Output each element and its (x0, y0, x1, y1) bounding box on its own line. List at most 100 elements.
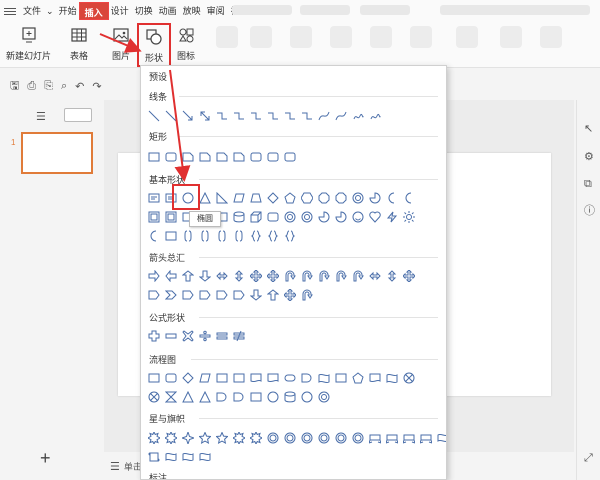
menu-home[interactable]: 开始 (56, 3, 80, 19)
shape-frame-icon[interactable] (146, 209, 162, 225)
shape-pentArr-icon[interactable] (214, 287, 230, 303)
menu-slideshow[interactable]: 放映 (180, 3, 204, 19)
menu-file[interactable]: 文件 (20, 3, 44, 19)
shape-curve-icon[interactable] (333, 108, 349, 124)
shape-pentArr-icon[interactable] (146, 287, 162, 303)
shape-arrR-icon[interactable] (146, 268, 162, 284)
shape-pent-icon[interactable] (282, 190, 298, 206)
shape-rect-icon[interactable] (248, 389, 264, 405)
shape-scribble-icon[interactable] (350, 108, 366, 124)
shape-arrU-icon[interactable] (265, 287, 281, 303)
preview-icon[interactable]: ⌕ (61, 80, 67, 93)
shape-scroll-icon[interactable] (146, 449, 162, 465)
shape-uturn-icon[interactable] (316, 268, 332, 284)
shape-elbow-icon[interactable] (248, 108, 264, 124)
shape-wave-icon[interactable] (435, 430, 446, 446)
slide-thumbnail[interactable] (21, 132, 93, 174)
table-button[interactable]: 表格 (69, 25, 89, 62)
shape-hex-icon[interactable] (299, 190, 315, 206)
shape-doc-icon[interactable] (265, 370, 281, 386)
shape-mult-icon[interactable] (180, 328, 196, 344)
shape-dblarrow-icon[interactable] (197, 108, 213, 124)
shape-pentArr-icon[interactable] (197, 287, 213, 303)
shape-rrect-icon[interactable] (163, 149, 179, 165)
shape-uturn-icon[interactable] (333, 268, 349, 284)
shape-cyl-icon[interactable] (231, 209, 247, 225)
shape-cube-icon[interactable] (248, 209, 264, 225)
shape-quad-icon[interactable] (401, 268, 417, 284)
notes-icon[interactable]: ☰ (110, 460, 120, 473)
shape-wave-icon[interactable] (197, 449, 213, 465)
shape-ribbon-icon[interactable] (384, 430, 400, 446)
select-icon[interactable]: ↖ (584, 122, 593, 135)
shape-rrect-icon[interactable] (282, 149, 298, 165)
shape-rrect-icon[interactable] (265, 149, 281, 165)
expand-icon[interactable]: ⤢ (584, 452, 593, 465)
shape-bolt-icon[interactable] (384, 209, 400, 225)
shape-oct-icon[interactable] (333, 190, 349, 206)
shape-doc-icon[interactable] (367, 370, 383, 386)
shape-rect-icon[interactable] (333, 370, 349, 386)
shape-pentArr-icon[interactable] (180, 287, 196, 303)
menu-review[interactable]: 审阅 (204, 3, 228, 19)
shape-seal-icon[interactable] (333, 430, 349, 446)
shape-elbow-icon[interactable] (231, 108, 247, 124)
shape-quad-icon[interactable] (282, 287, 298, 303)
shape-tape-icon[interactable] (316, 370, 332, 386)
shape-uturn-icon[interactable] (299, 287, 315, 303)
shape-rrect-icon[interactable] (163, 370, 179, 386)
shape-ribbon-icon[interactable] (401, 430, 417, 446)
shape-sun-icon[interactable] (401, 209, 417, 225)
shape-seal-icon[interactable] (316, 430, 332, 446)
shape-moon-icon[interactable] (401, 190, 417, 206)
shape-tri-icon[interactable] (180, 389, 196, 405)
shape-arrUD-icon[interactable] (231, 268, 247, 284)
menu-caret-icon[interactable]: ⌄ (44, 3, 56, 19)
shape-wave-icon[interactable] (180, 449, 196, 465)
shape-arrU-icon[interactable] (180, 268, 196, 284)
shape-ribbon-icon[interactable] (418, 430, 434, 446)
shape-uturn-icon[interactable] (282, 268, 298, 284)
shape-arrowline-icon[interactable] (180, 108, 196, 124)
shape-circleX-icon[interactable] (146, 389, 162, 405)
shape-delay-icon[interactable] (214, 389, 230, 405)
settings-icon[interactable]: ⚙ (584, 150, 594, 163)
menu-design[interactable]: 设计 (108, 3, 132, 19)
icons-button[interactable]: 图标 (176, 25, 196, 62)
shape-brace-icon[interactable] (248, 228, 264, 244)
shape-star4-icon[interactable] (180, 430, 196, 446)
shape-moon-icon[interactable] (146, 228, 162, 244)
shape-frame-icon[interactable] (163, 209, 179, 225)
shape-pentArr-icon[interactable] (231, 287, 247, 303)
redo-icon[interactable]: ↷ (92, 80, 101, 93)
shape-snip-icon[interactable] (231, 149, 247, 165)
shape-diamond-icon[interactable] (180, 370, 196, 386)
shape-arrD-icon[interactable] (197, 268, 213, 284)
shape-ring-icon[interactable] (299, 209, 315, 225)
menu-transition[interactable]: 切换 (132, 3, 156, 19)
shape-arrUD-icon[interactable] (384, 268, 400, 284)
shape-line-icon[interactable] (163, 108, 179, 124)
add-slide-button[interactable]: + (40, 448, 51, 469)
shape-tape-icon[interactable] (384, 370, 400, 386)
export-icon[interactable]: ⎙ (27, 80, 36, 93)
shape-circleX-icon[interactable] (401, 370, 417, 386)
shape-div-icon[interactable] (197, 328, 213, 344)
shape-trap-icon[interactable] (248, 190, 264, 206)
shape-ring-icon[interactable] (316, 389, 332, 405)
shape-seal-icon[interactable] (265, 430, 281, 446)
shape-para-icon[interactable] (231, 190, 247, 206)
shape-uturn-icon[interactable] (299, 268, 315, 284)
shape-pie-icon[interactable] (333, 209, 349, 225)
shape-arrLR-icon[interactable] (214, 268, 230, 284)
shape-ring-icon[interactable] (350, 190, 366, 206)
shape-neq-icon[interactable] (231, 328, 247, 344)
shape-rect-icon[interactable] (163, 228, 179, 244)
shape-burst-icon[interactable] (248, 430, 264, 446)
shape-snip-icon[interactable] (180, 149, 196, 165)
shape-rect-icon[interactable] (231, 370, 247, 386)
shape-line-icon[interactable] (146, 108, 162, 124)
picture-button[interactable]: 图片 (111, 25, 131, 62)
shape-chevron-icon[interactable] (163, 287, 179, 303)
shape-elbow-icon[interactable] (282, 108, 298, 124)
